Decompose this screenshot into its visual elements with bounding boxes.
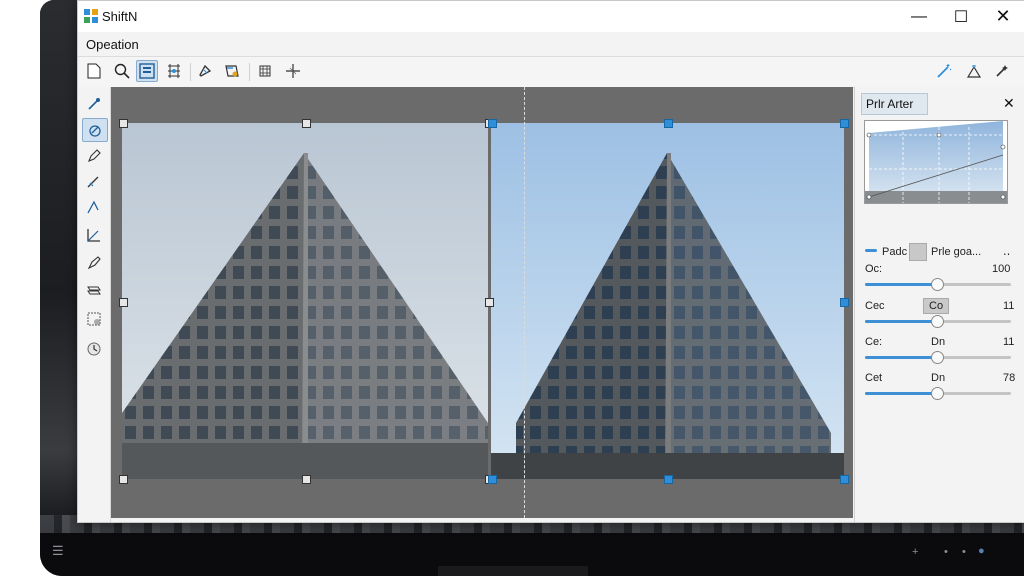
pen-icon[interactable]	[82, 145, 106, 167]
perspective-icon[interactable]	[221, 60, 243, 82]
titlebar: ShiftN — ☐ ✕	[78, 1, 1024, 32]
toolbar	[78, 56, 1024, 88]
eyedropper-icon[interactable]	[82, 93, 106, 115]
grid-tool-icon[interactable]	[82, 308, 106, 330]
properties-panel: Prlr Arter ✕ Padc Prle goa... ‥ Oc: 100 …	[854, 87, 1024, 522]
crop-handle[interactable]	[485, 298, 494, 307]
fit-view-icon[interactable]	[136, 60, 158, 82]
slider-label: Ce:	[865, 336, 883, 348]
slider-fill	[865, 392, 937, 395]
slider-value: 78	[1003, 372, 1016, 384]
slider-knob[interactable]	[931, 351, 944, 364]
corrected-image[interactable]	[491, 123, 844, 479]
auto-correct-icon[interactable]	[963, 60, 985, 82]
panel-tab[interactable]: Prlr Arter	[861, 93, 929, 115]
slider-knob[interactable]	[931, 315, 944, 328]
crosshair-icon[interactable]	[282, 60, 304, 82]
slider-label: Cet	[865, 372, 883, 384]
slider-knob[interactable]	[931, 387, 944, 400]
panel-tab-label: Prlr Arter	[866, 97, 914, 111]
slider-tooltip: Co	[923, 298, 950, 314]
settings-sparkle-icon[interactable]	[991, 60, 1013, 82]
mode-color-box[interactable]	[909, 243, 927, 261]
slider-value: 11	[1003, 336, 1015, 348]
crop-handle[interactable]	[488, 475, 497, 484]
info-icon[interactable]: ●	[978, 545, 985, 557]
crop-handle[interactable]	[488, 119, 497, 128]
crop-handle[interactable]	[302, 119, 311, 128]
mode-select[interactable]: Prle goa...	[931, 246, 981, 258]
crop-handle[interactable]	[664, 475, 673, 484]
preview-thumbnail[interactable]	[864, 120, 1008, 204]
dot-icon[interactable]: •	[944, 546, 948, 558]
mode-label: Padc	[882, 246, 908, 258]
slider-fill	[865, 320, 937, 323]
original-image[interactable]	[122, 123, 488, 479]
slider-fill	[865, 283, 937, 286]
slider-track[interactable]	[865, 387, 1011, 400]
crop-handle[interactable]	[664, 119, 673, 128]
crop-handle[interactable]	[119, 298, 128, 307]
transform-icon[interactable]	[82, 118, 108, 142]
slider-value: 100	[992, 263, 1011, 275]
grid-points-icon[interactable]	[163, 60, 185, 82]
new-document-icon[interactable]	[83, 60, 105, 82]
close-button[interactable]: ✕	[982, 1, 1024, 32]
monitor-stand	[438, 566, 588, 576]
slider-track[interactable]	[865, 315, 1011, 328]
crop-handle[interactable]	[119, 475, 128, 484]
start-icon[interactable]: ☰	[52, 543, 64, 559]
slider-fill	[865, 356, 937, 359]
rotate-icon[interactable]	[194, 60, 216, 82]
crop-grid-icon[interactable]	[254, 60, 276, 82]
more-options-icon[interactable]: ‥	[1003, 245, 1010, 258]
slider-mid-label: Dn	[931, 372, 946, 384]
slider-value: 11	[1003, 300, 1015, 312]
image-canvas[interactable]	[111, 87, 853, 518]
window-title: ShiftN	[102, 9, 138, 24]
menubar: Opeation	[78, 32, 1024, 56]
magic-wand-icon[interactable]	[933, 60, 955, 82]
split-divider[interactable]	[524, 87, 525, 518]
minimize-button[interactable]: —	[898, 1, 940, 32]
slider-track[interactable]	[865, 351, 1011, 364]
corner-icon[interactable]	[82, 224, 106, 246]
maximize-button[interactable]: ☐	[940, 1, 982, 32]
slider-label: Oc:	[865, 263, 883, 275]
crop-handle[interactable]	[840, 298, 849, 307]
marker-icon[interactable]	[82, 252, 106, 274]
edit-line-icon[interactable]	[82, 170, 106, 192]
slider-mid-label: Dn	[931, 336, 946, 348]
left-toolbar	[78, 87, 111, 522]
crop-handle[interactable]	[840, 119, 849, 128]
menu-operation[interactable]: Opeation	[86, 37, 139, 52]
close-icon[interactable]: ✕	[1003, 95, 1015, 112]
app-window: ShiftN — ☐ ✕ Opeation Prlr Arter ✕ Padc …	[77, 0, 1024, 523]
app-logo-icon	[84, 9, 98, 23]
history-icon[interactable]	[82, 338, 106, 360]
slider-track[interactable]	[865, 278, 1011, 291]
zoom-icon[interactable]	[111, 60, 133, 82]
mode-row: Padc Prle goa... ‥	[865, 243, 1015, 262]
slider-label: Cec	[865, 300, 885, 312]
up-arrow-icon[interactable]: +	[912, 546, 918, 558]
layers-icon[interactable]	[82, 279, 106, 301]
crop-handle[interactable]	[840, 475, 849, 484]
crop-handle[interactable]	[302, 475, 311, 484]
angle-icon[interactable]	[82, 196, 106, 218]
slider-knob[interactable]	[931, 278, 944, 291]
crop-handle[interactable]	[119, 119, 128, 128]
mode-swatch	[865, 249, 877, 252]
slider-row-2: Cec Co 11	[865, 298, 1015, 316]
lock-icon[interactable]: •	[962, 546, 966, 558]
